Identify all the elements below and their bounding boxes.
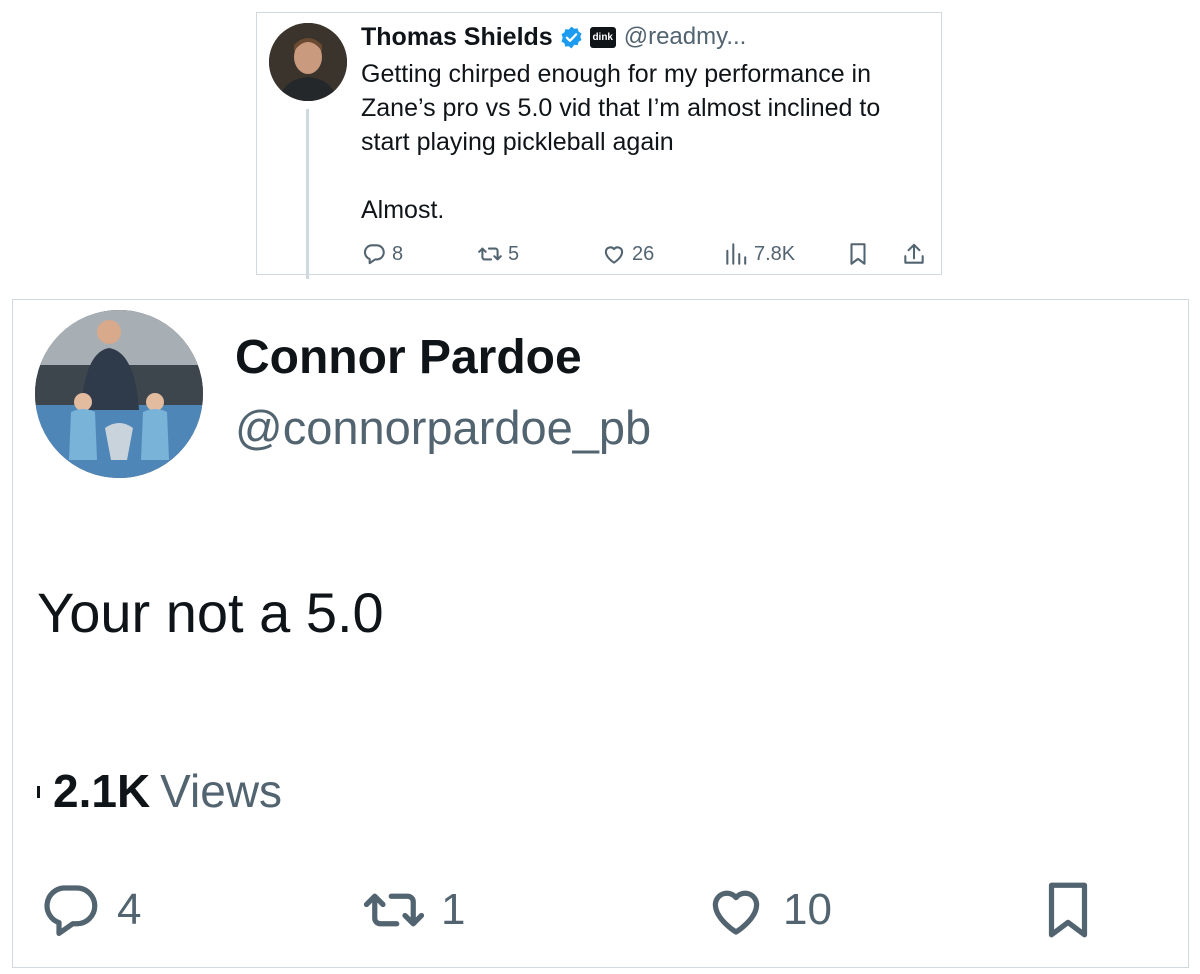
avatar[interactable]: [35, 310, 203, 478]
thread-line: [306, 109, 309, 279]
like-button[interactable]: 26: [601, 239, 654, 269]
views-label: Views: [160, 765, 283, 817]
quoted-tweet-card[interactable]: Thomas Shields dink @readmy... Getting c…: [256, 12, 942, 279]
like-count: 26: [632, 242, 655, 265]
reply-button[interactable]: 8: [361, 239, 403, 269]
reply-count: 4: [117, 885, 142, 934]
repost-count: 5: [508, 242, 520, 265]
repost-button[interactable]: 1: [361, 875, 465, 945]
reply-icon: [44, 885, 98, 936]
views-count: 2.1K: [53, 765, 151, 817]
repost-button[interactable]: 5: [477, 239, 519, 269]
reply-tweet-card[interactable]: Connor Pardoe @connorpardoe_pb Your not …: [12, 299, 1189, 968]
repost-icon: [363, 893, 425, 927]
author-name[interactable]: Connor Pardoe: [235, 330, 582, 385]
reply-count: 8: [392, 242, 404, 265]
like-icon: [604, 246, 624, 264]
share-icon: [904, 243, 924, 264]
repost-icon: [478, 247, 502, 261]
author-name[interactable]: Thomas Shields: [361, 23, 553, 52]
like-icon: [712, 890, 760, 935]
like-count: 10: [783, 885, 832, 934]
avatar[interactable]: [269, 23, 347, 101]
divider-mark: [37, 786, 40, 798]
repost-count: 1: [441, 885, 466, 934]
tweet-text: Getting chirped enough for my performanc…: [361, 60, 881, 224]
bookmark-icon: [850, 243, 866, 265]
views-button[interactable]: 7.8K: [723, 239, 795, 269]
verified-badge-icon: [561, 26, 582, 48]
share-button[interactable]: [901, 239, 927, 269]
author-handle[interactable]: @readmy...: [624, 23, 747, 51]
author-handle[interactable]: @connorpardoe_pb: [235, 400, 651, 455]
views-icon: [726, 243, 747, 265]
affiliate-badge[interactable]: dink: [589, 26, 616, 48]
bookmark-button[interactable]: [1035, 875, 1101, 945]
views-count: 7.8K: [754, 242, 796, 265]
views-summary[interactable]: 2.1K Views: [53, 764, 282, 818]
bookmark-icon: [1048, 882, 1088, 938]
like-button[interactable]: 10: [703, 875, 832, 945]
reply-icon: [363, 244, 385, 265]
tweet-actions: 8 5 26 7.8K: [361, 239, 935, 269]
bookmark-button[interactable]: [845, 239, 871, 269]
tweet-text: Your not a 5.0: [37, 581, 384, 644]
reply-button[interactable]: 4: [37, 875, 141, 945]
